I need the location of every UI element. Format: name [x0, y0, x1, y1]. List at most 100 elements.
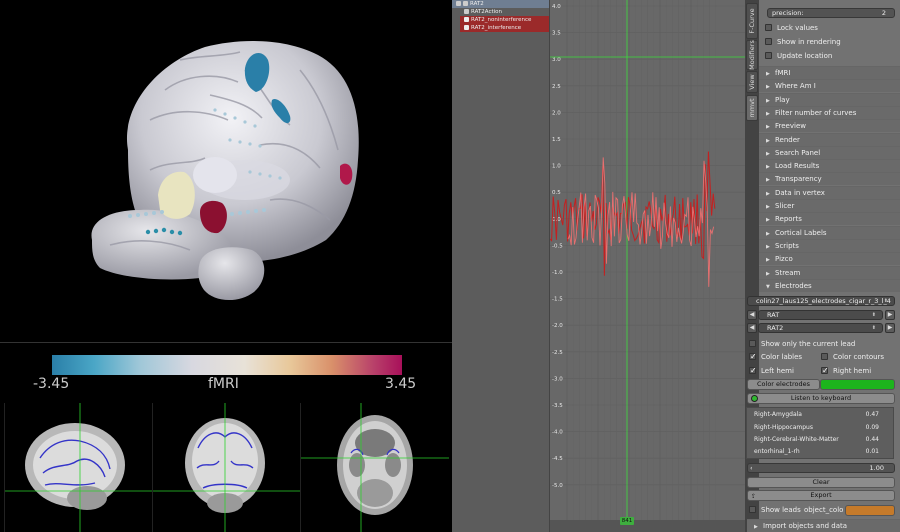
tab-modifiers[interactable]: Modifiers: [746, 40, 758, 70]
tab-mmvt[interactable]: mmvt: [746, 95, 758, 121]
show-current-lead-checkbox[interactable]: [749, 340, 756, 347]
update-location-checkbox[interactable]: [765, 52, 772, 59]
show-in-rendering-checkbox[interactable]: [765, 38, 772, 45]
updown-icon: ⬍: [871, 325, 876, 331]
lock-values-checkbox[interactable]: [765, 24, 772, 31]
show-leads-checkbox[interactable]: [749, 506, 756, 513]
triangle-right-icon: ▶: [766, 204, 770, 210]
current-frame-marker[interactable]: 841: [620, 517, 634, 525]
section-scripts[interactable]: ▶ Scripts: [759, 238, 900, 252]
sagittal-slice-view[interactable]: [4, 403, 153, 532]
section-search-panel[interactable]: ▶ Search Panel: [759, 145, 900, 159]
electrode-select[interactable]: RAT2 ⬍: [758, 323, 883, 333]
section-play[interactable]: ▶ Play: [759, 92, 900, 106]
triangle-right-icon: ▶: [766, 110, 770, 117]
object-color-swatch[interactable]: [845, 505, 895, 516]
color-lables-checkbox[interactable]: [749, 351, 757, 363]
section-transparency[interactable]: ▶ Transparency: [759, 172, 900, 186]
fcurve-plot[interactable]: 4.0 3.5 3.0 2.5 2.0 1.5 1.0 0.5 0.0 -0.5 -1.0 -1.5-…: [550, 0, 745, 532]
triangle-down-icon: ▼: [766, 284, 770, 290]
lead-next-button[interactable]: ▶: [885, 310, 895, 320]
export-button[interactable]: ⇪ Export: [747, 490, 895, 501]
lead-select[interactable]: RAT ⬍: [758, 310, 883, 320]
triangle-right-icon: ▶: [766, 177, 770, 184]
y-tick-label: 1.0: [552, 164, 561, 170]
section-data-in-vertex[interactable]: ▶ Data in vertex: [759, 185, 900, 199]
section-import-objects[interactable]: ▶ Import objects and data: [747, 519, 900, 532]
y-tick-label: -1.5: [552, 297, 563, 303]
3d-viewport[interactable]: -3.45 fMRI 3.45: [0, 0, 452, 532]
channel-interference-row[interactable]: RAT2_interference: [460, 24, 549, 32]
listen-keyboard-button[interactable]: Listen to keyboard: [747, 393, 895, 404]
lead-prev-button[interactable]: ◀: [747, 310, 757, 320]
electrode-prev-button[interactable]: ◀: [747, 323, 757, 333]
color-lables-row[interactable]: Color lables: [749, 351, 819, 364]
section-freeview[interactable]: ▶ Freeview: [759, 119, 900, 133]
section-reports[interactable]: ▶ Reports: [759, 212, 900, 226]
right-hemi-checkbox[interactable]: [821, 365, 829, 377]
color-contours-checkbox[interactable]: [821, 353, 828, 360]
object-color-label: object_color:: [804, 506, 844, 514]
lock-values-row[interactable]: Lock values: [759, 22, 900, 35]
channel-noninterference-row[interactable]: RAT2_noninterference: [460, 16, 549, 24]
clear-button[interactable]: Clear: [747, 477, 895, 488]
right-hemi-row[interactable]: Right hemi: [821, 365, 900, 378]
channel-label: RAT2_noninterference: [471, 17, 532, 23]
triangle-right-icon: ▶: [766, 97, 770, 104]
tab-view[interactable]: View: [746, 71, 758, 93]
channel-list[interactable]: RAT2 RAT2Action RAT2_noninterference RAT…: [452, 0, 550, 532]
brain-3d-view[interactable]: [0, 0, 452, 338]
y-tick-label: -0.5: [552, 243, 563, 249]
left-hemi-row[interactable]: Left hemi: [749, 365, 819, 378]
visibility-icon[interactable]: [464, 17, 469, 22]
section-stream[interactable]: ▶ Stream: [759, 265, 900, 279]
visibility-icon[interactable]: [464, 25, 469, 30]
color-electrodes-button[interactable]: Color electrodes: [747, 379, 820, 390]
updown-icon: ⬍: [883, 298, 888, 304]
sagittal-slice-image: [5, 403, 153, 532]
axial-slice-view[interactable]: [300, 403, 449, 532]
coronal-slice-view[interactable]: [152, 403, 301, 532]
channel-object-row[interactable]: RAT2: [452, 0, 549, 8]
section-load-results[interactable]: ▶ Load Results: [759, 159, 900, 173]
app-window: -3.45 fMRI 3.45 RAT2 RAT2Action RAT2_non…: [0, 0, 900, 532]
section-cortical-labels[interactable]: ▶ Cortical Labels: [759, 225, 900, 239]
eye-icon[interactable]: [463, 1, 468, 6]
color-contours-row[interactable]: Color contours: [821, 351, 900, 364]
y-tick-label: -3.5: [552, 403, 563, 409]
electrodes-file-select[interactable]: colin27_laus125_electrodes_cigar_r_3_l_4…: [747, 296, 895, 306]
channel-action-row[interactable]: RAT2Action: [460, 8, 549, 16]
updown-icon: ⬍: [871, 312, 876, 318]
left-hemi-checkbox[interactable]: [749, 365, 757, 377]
axial-slice-image: [301, 403, 449, 532]
electrode-color-swatch[interactable]: [820, 379, 895, 390]
brain-render: [91, 41, 359, 301]
triangle-right-icon: ▶: [766, 150, 770, 157]
triangle-right-icon: ▶: [766, 164, 770, 171]
section-filter-number-of-curves[interactable]: ▶ Filter number of curves: [759, 105, 900, 119]
section-pizco[interactable]: ▶ Pizco: [759, 252, 900, 266]
y-tick-label: -2.5: [552, 350, 563, 356]
y-tick-label: -3.0: [552, 376, 563, 382]
show-in-rendering-row[interactable]: Show in rendering: [759, 36, 900, 49]
section-fmri[interactable]: ▶ fMRI: [759, 66, 900, 79]
section-electrodes[interactable]: ▼ Electrodes: [759, 279, 900, 292]
precision-field[interactable]: precision: 2: [767, 8, 895, 18]
graph-editor[interactable]: RAT2 RAT2Action RAT2_noninterference RAT…: [452, 0, 745, 532]
electrode-labels-list: Right-Amygdala 0.47 Right-Hippocampus 0.09…: [746, 407, 894, 459]
opacity-value: 1.00: [869, 464, 884, 472]
label-row: Right-Cerebral-White-Matter 0.44: [754, 436, 879, 443]
tab-f-curve[interactable]: F-Curve: [746, 3, 758, 39]
show-current-lead-row[interactable]: Show only the current lead: [749, 338, 890, 351]
frame-ruler[interactable]: [550, 520, 745, 532]
opacity-slider[interactable]: ‹ 1.00: [747, 463, 895, 473]
electrode-next-button[interactable]: ▶: [885, 323, 895, 333]
section-render[interactable]: ▶ Render: [759, 132, 900, 146]
triangle-right-icon: ▶: [766, 190, 770, 197]
section-where-am-i[interactable]: ▶ Where Am I: [759, 79, 900, 93]
label-row: Right-Hippocampus 0.09: [754, 424, 879, 431]
section-slicer[interactable]: ▶ Slicer: [759, 199, 900, 212]
action-icon: [464, 9, 469, 14]
triangle-right-icon: ▶: [766, 84, 770, 91]
update-location-row[interactable]: Update location: [759, 50, 900, 63]
